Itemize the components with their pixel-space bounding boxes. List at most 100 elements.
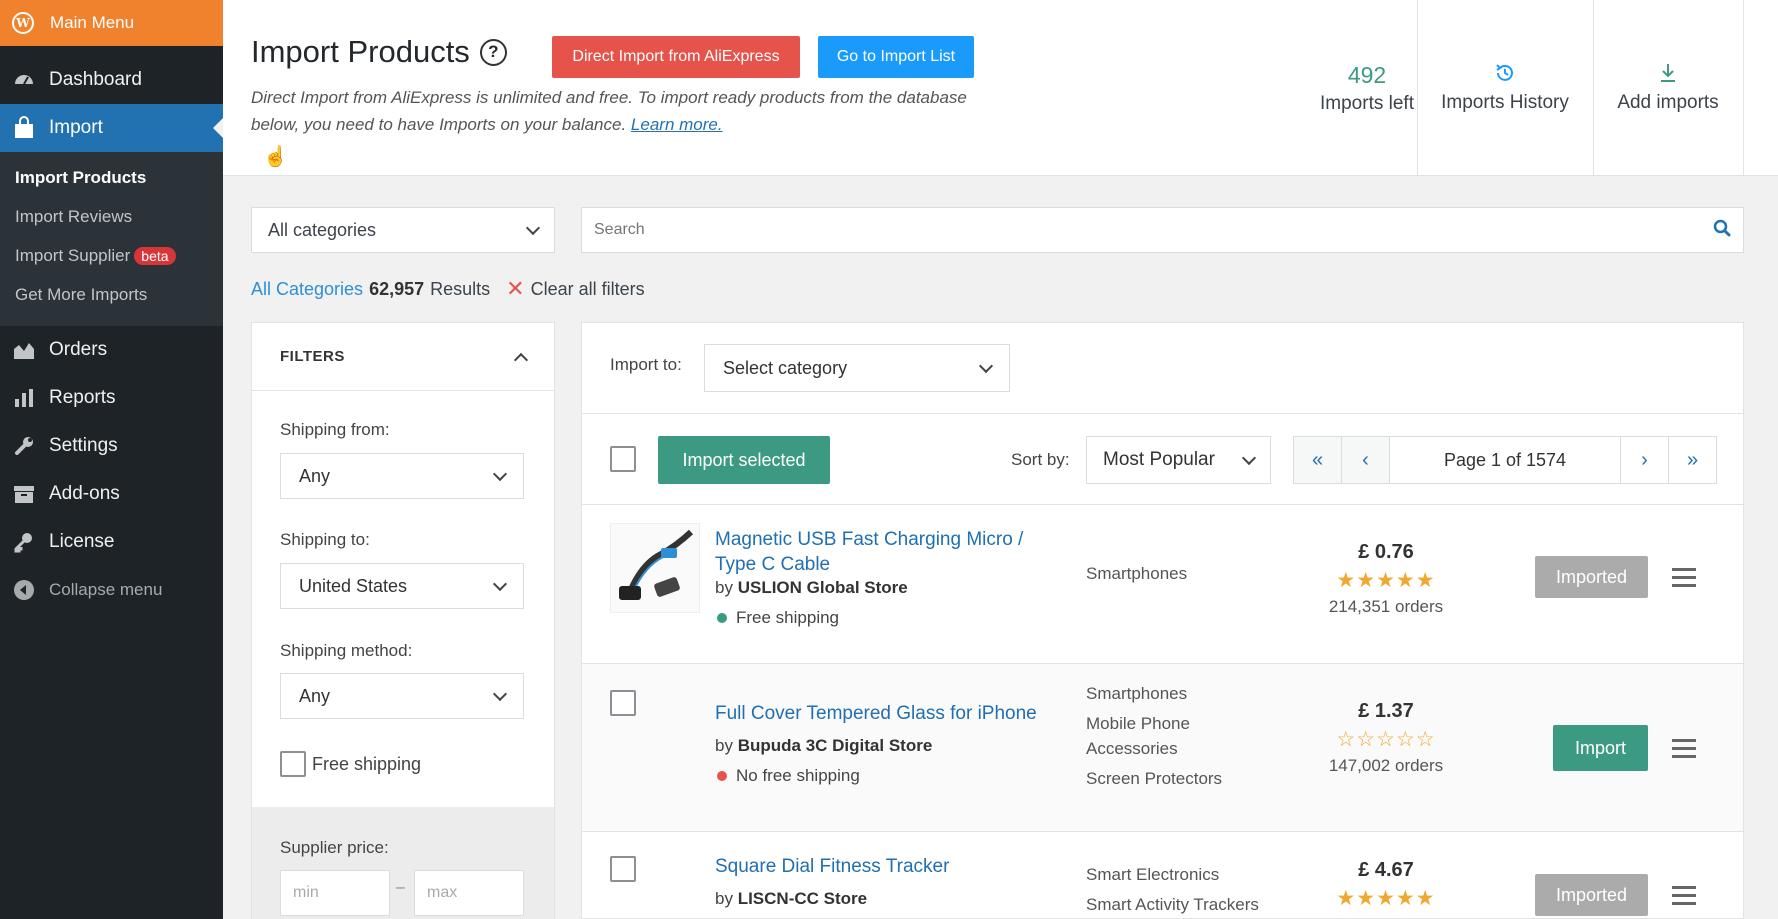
first-page-button[interactable]: «	[1294, 437, 1342, 483]
price-max-input[interactable]: max	[414, 870, 524, 916]
shipping-method-select[interactable]: Any	[280, 673, 524, 719]
sort-value: Most Popular	[1103, 449, 1215, 470]
sidebar-item-import[interactable]: Import	[0, 104, 223, 152]
product-title-link[interactable]: Square Dial Fitness Tracker	[715, 854, 1045, 879]
sidebar-item-orders[interactable]: Orders	[0, 326, 223, 374]
shipping-status: Free shipping	[715, 608, 839, 628]
import-to-value: Select category	[723, 357, 848, 378]
import-to-select[interactable]: Select category	[704, 344, 1010, 392]
sidebar-item-addons[interactable]: Add-ons	[0, 470, 223, 518]
shipping-from-value: Any	[299, 465, 331, 486]
add-imports-button[interactable]: Add imports	[1593, 0, 1743, 176]
store-prefix: by	[715, 578, 733, 597]
product-category: Screen Protectors	[1086, 769, 1223, 788]
shipping-from-select[interactable]: Any	[280, 453, 524, 499]
menu-icon[interactable]	[1672, 886, 1696, 910]
shipping-status-dot	[717, 771, 727, 781]
shipping-method-label: Shipping method:	[280, 641, 413, 660]
admin-sidebar: W Main Menu Dashboard Import Import Prod…	[0, 0, 223, 919]
product-title-link[interactable]: Magnetic USB Fast Charging Micro / Type …	[715, 527, 1045, 577]
clear-filters-icon[interactable]: ✕	[506, 276, 524, 302]
sidebar-item-license[interactable]: License	[0, 518, 223, 566]
main-menu-header[interactable]: W Main Menu	[0, 0, 223, 46]
imported-button[interactable]: Imported	[1535, 874, 1648, 916]
imported-button[interactable]: Imported	[1535, 556, 1648, 598]
description-line-1: Direct Import from AliExpress is unlimit…	[251, 88, 967, 107]
sidebar-item-label: Import	[49, 117, 103, 138]
chart-area-icon	[12, 338, 36, 362]
filters-header[interactable]: FILTERS	[252, 323, 554, 391]
import-button[interactable]: Import	[1553, 725, 1648, 771]
submenu-import-reviews[interactable]: Import Reviews	[0, 197, 223, 236]
search-input[interactable]	[594, 221, 1713, 239]
sidebar-item-label: Reports	[49, 387, 116, 408]
wordpress-logo-icon: W	[12, 12, 34, 34]
all-categories-link[interactable]: All Categories	[251, 279, 363, 300]
collapse-menu-button[interactable]: Collapse menu	[0, 566, 223, 614]
product-title-link[interactable]: Full Cover Tempered Glass for iPhone	[715, 701, 1045, 726]
product-category: Mobile Phone Accessories	[1086, 714, 1190, 758]
sidebar-item-settings[interactable]: Settings	[0, 422, 223, 470]
submenu-get-more-imports[interactable]: Get More Imports	[0, 275, 223, 314]
sort-select[interactable]: Most Popular	[1086, 436, 1271, 484]
search-icon[interactable]	[1713, 219, 1731, 242]
product-price: £ 0.76	[1358, 541, 1414, 563]
product-thumbnail[interactable]	[610, 523, 700, 613]
menu-icon[interactable]	[1672, 739, 1696, 763]
help-icon[interactable]: ?	[479, 38, 507, 66]
imports-history-button[interactable]: Imports History	[1417, 0, 1593, 176]
direct-import-button[interactable]: Direct Import from AliExpress	[552, 36, 800, 78]
menu-icon[interactable]	[1672, 568, 1696, 592]
sort-by-label: Sort by:	[1011, 450, 1070, 469]
results-count: 62,957	[369, 278, 425, 299]
go-to-import-list-button[interactable]: Go to Import List	[818, 36, 974, 78]
product-store: by LISCN-CC Store	[715, 889, 867, 909]
free-shipping-checkbox[interactable]: Free shipping	[280, 751, 421, 777]
pagination: « ‹ Page 1 of 1574 › »	[1293, 436, 1717, 484]
shipping-status-dot	[717, 613, 727, 623]
chevron-down-icon	[492, 686, 508, 701]
chevron-down-icon	[492, 466, 508, 481]
store-name: LISCN-CC Store	[737, 889, 868, 908]
checkbox[interactable]	[280, 751, 306, 777]
key-icon	[12, 530, 36, 554]
product-category: Smartphones	[1086, 684, 1188, 703]
category-select-value: All categories	[268, 219, 377, 240]
product-category: Smartphones	[1086, 564, 1188, 583]
product-store: by Bupuda 3C Digital Store	[715, 736, 932, 756]
imports-left-value: 492	[1347, 61, 1387, 88]
supplier-price-label: Supplier price:	[280, 838, 389, 857]
sidebar-item-reports[interactable]: Reports	[0, 374, 223, 422]
box-icon	[12, 482, 36, 506]
product-checkbox[interactable]	[610, 690, 636, 716]
imports-left-label: Imports left	[1320, 92, 1414, 114]
product-price-block: £ 1.37 ☆☆☆☆☆ 147,002 orders	[1296, 700, 1476, 776]
chevron-down-icon	[525, 220, 541, 235]
hand-cursor-icon: ☝	[263, 146, 288, 168]
shipping-to-select[interactable]: United States	[280, 563, 524, 609]
filters-panel: FILTERS Shipping from: Any Shipping to: …	[251, 322, 555, 919]
wrench-icon	[12, 434, 36, 458]
submenu-import-supplier[interactable]: Import Supplier beta	[0, 236, 223, 275]
select-all-checkbox[interactable]	[610, 446, 636, 472]
shipping-status-text: Free shipping	[736, 608, 840, 627]
prev-page-button[interactable]: ‹	[1342, 437, 1390, 483]
product-category: Smart Electronics	[1086, 865, 1220, 884]
import-selected-button[interactable]: Import selected	[658, 436, 830, 484]
submenu-label: Get More Imports	[15, 284, 148, 304]
price-min-input[interactable]: min	[280, 870, 390, 916]
submenu-import-products[interactable]: Import Products	[0, 158, 223, 197]
sidebar-item-dashboard[interactable]: Dashboard	[0, 56, 223, 104]
sidebar-item-label: Dashboard	[49, 69, 142, 90]
learn-more-link[interactable]: Learn more.	[631, 115, 723, 134]
results-suffix: Results	[430, 278, 491, 299]
next-page-button[interactable]: ›	[1620, 437, 1668, 483]
product-checkbox[interactable]	[610, 856, 636, 882]
category-select[interactable]: All categories	[251, 207, 555, 253]
last-page-button[interactable]: »	[1668, 437, 1716, 483]
product-title-line: Magnetic USB Fast Charging Micro /	[715, 529, 1024, 550]
store-name: Bupuda 3C Digital Store	[737, 736, 933, 755]
submenu-label: Import Products	[15, 167, 147, 187]
clear-all-filters-link[interactable]: Clear all filters	[531, 279, 645, 300]
main-menu-label: Main Menu	[50, 13, 135, 32]
